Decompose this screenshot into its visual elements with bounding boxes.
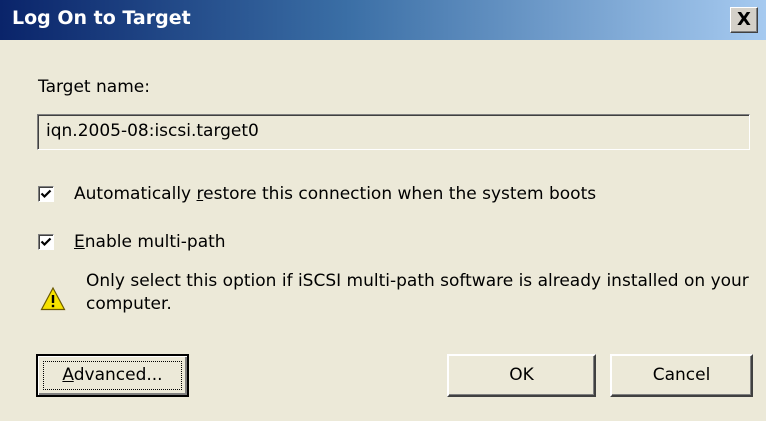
logon-dialog: Log On to Target X Target name: iqn.2005… [0,0,766,421]
advanced-button-label: Advanced... [43,361,182,390]
target-name-label: Target name: [38,77,150,97]
ok-button[interactable]: OK [447,354,596,397]
advanced-button[interactable]: Advanced... [36,354,189,397]
title-bar[interactable]: Log On to Target X [0,0,766,40]
dialog-title: Log On to Target [12,7,191,29]
multipath-warning-text: Only select this option if iSCSI multi-p… [86,271,749,314]
close-icon: X [737,9,751,30]
enable-multipath-label[interactable]: Enable multi-path [74,232,226,252]
target-name-field: iqn.2005-08:iscsi.target0 [37,114,750,150]
enable-multipath-checkbox[interactable] [38,234,54,250]
checkmark-icon [40,237,52,247]
auto-restore-checkbox[interactable] [38,186,54,202]
auto-restore-label[interactable]: Automatically restore this connection wh… [74,184,596,204]
warning-triangle-icon [40,286,66,311]
close-button[interactable]: X [730,7,758,33]
checkmark-icon [40,189,52,199]
cancel-button[interactable]: Cancel [610,354,753,397]
